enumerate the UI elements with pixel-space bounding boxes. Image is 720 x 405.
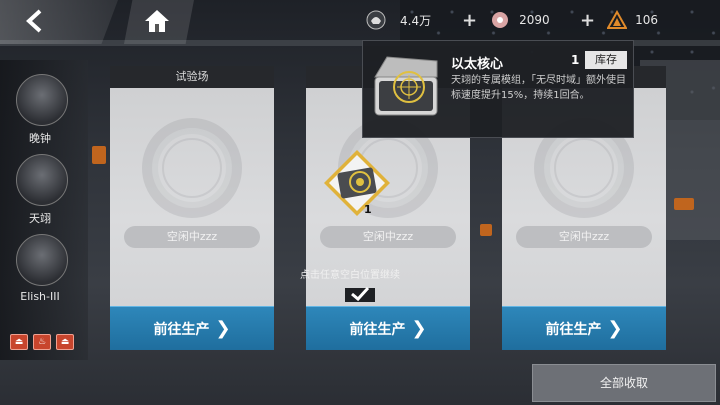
go-produce-button[interactable]: 前往生产 ❯ [110, 306, 274, 350]
home-button[interactable] [124, 0, 194, 44]
character-avatar[interactable] [16, 234, 68, 286]
character-avatar[interactable] [16, 74, 68, 126]
chevron-right-icon: ❯ [215, 318, 231, 339]
item-count: 1 [364, 203, 372, 216]
idle-status: 空闲中zzz [320, 226, 456, 248]
ether-core-case-icon [374, 56, 438, 116]
back-button[interactable] [0, 0, 118, 44]
warning-light [674, 198, 694, 210]
go-produce-button[interactable]: 前往生产 ❯ [306, 306, 470, 350]
add-icon[interactable]: + [580, 10, 595, 31]
check-icon [345, 286, 375, 302]
resource-helmet: 4.4万 [366, 8, 431, 32]
resource-value: 106 [635, 13, 658, 27]
back-arrow-icon [26, 9, 42, 33]
idle-status: 空闲中zzz [124, 226, 260, 248]
item-tooltip: 以太核心 1 库存 天翊的专属模组，「无尽时域」额外使目标速度提升15%，持续1… [362, 40, 634, 138]
chevron-right-icon: ❯ [607, 318, 623, 339]
alert-icon[interactable]: ⏏ [10, 334, 28, 350]
go-produce-button[interactable]: 前往生产 ❯ [502, 306, 666, 350]
slot-title: 试验场 [110, 66, 274, 88]
warning-light [92, 146, 106, 164]
home-icon [145, 10, 169, 32]
character-name: Elish-III [20, 290, 60, 303]
resource-value: 2090 [519, 13, 550, 27]
helmet-icon [366, 10, 386, 30]
slot-ring-inner [554, 138, 614, 198]
add-icon[interactable]: + [462, 10, 477, 31]
pyramid-icon [607, 10, 628, 29]
production-slot: 试验场 空闲中zzz 前往生产 ❯ [110, 66, 274, 350]
alert-icon[interactable]: ⏏ [56, 334, 74, 350]
character-name: 天翊 [29, 212, 51, 225]
continue-hint: 点击任意空白位置继续 [300, 270, 400, 281]
item-description: 天翊的专属模组，「无尽时域」额外使目标速度提升15%，持续1回合。 [451, 75, 626, 101]
slot-body[interactable]: 空闲中zzz [110, 88, 274, 306]
item-title: 以太核心 [451, 57, 504, 72]
idle-status: 空闲中zzz [516, 226, 652, 248]
ether-core-item[interactable] [322, 148, 392, 218]
warning-light [480, 224, 492, 236]
ether-core-icon [324, 150, 390, 216]
collect-all-button[interactable]: 全部收取 [532, 364, 716, 402]
resource-value: 4.4万 [400, 13, 432, 28]
resource-flower[interactable]: + 2090 [462, 8, 550, 32]
chevron-right-icon: ❯ [411, 318, 427, 339]
resource-pyramid[interactable]: + 106 [580, 8, 658, 32]
go-produce-label: 前往生产 [349, 321, 406, 338]
flower-icon [492, 12, 509, 28]
item-stock-count: 1 [571, 53, 580, 67]
character-name: 晚钟 [29, 132, 51, 145]
character-avatar[interactable] [16, 154, 68, 206]
go-produce-label: 前往生产 [545, 321, 602, 338]
stock-label: 库存 [585, 51, 627, 69]
go-produce-label: 前往生产 [153, 321, 210, 338]
alert-icon[interactable]: ♨ [33, 334, 51, 350]
slot-ring-inner [162, 138, 222, 198]
